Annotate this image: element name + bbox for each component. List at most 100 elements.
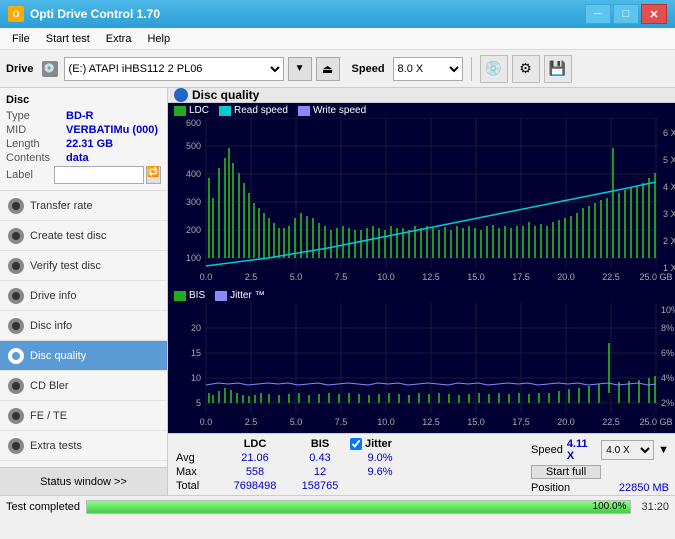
legend-read-speed: Read speed [219, 105, 288, 116]
stats-max-ldc: 558 [220, 466, 290, 478]
nav-icon-extra-tests [8, 438, 24, 454]
svg-text:200: 200 [186, 225, 201, 235]
stats-header-bis: BIS [290, 438, 350, 450]
drive-select[interactable]: (E:) ATAPI iHBS112 2 PL06 [64, 57, 284, 81]
menu-extra[interactable]: Extra [98, 31, 140, 47]
svg-text:17.5: 17.5 [512, 272, 530, 282]
title-bar: O Opti Drive Control 1.70 ─ □ ✕ [0, 0, 675, 28]
maximize-button[interactable]: □ [613, 4, 639, 24]
position-row: Position 22850 MB [531, 482, 669, 494]
disc-mid-row: MID VERBATIMu (000) [6, 124, 161, 136]
sidebar: Disc Type BD-R MID VERBATIMu (000) Lengt… [0, 88, 168, 495]
svg-text:5: 5 [196, 398, 201, 408]
chart-title: Disc quality [192, 88, 259, 102]
stats-max-jitter: 9.6% [350, 466, 410, 478]
svg-text:12.5: 12.5 [422, 272, 440, 282]
speed-select-right[interactable]: 4.0 X [601, 440, 654, 460]
nav-icon-create-test-disc [8, 228, 24, 244]
nav-list: Transfer rate Create test disc Verify te… [0, 191, 167, 461]
nav-item-drive-info[interactable]: Drive info [0, 281, 167, 311]
svg-text:15.0: 15.0 [467, 272, 485, 282]
top-chart-svg: 100 200 300 400 500 600 1 X 2 X 3 X 4 X … [168, 118, 675, 288]
stats-total-label: Total [176, 480, 220, 492]
nav-item-disc-quality[interactable]: Disc quality [0, 341, 167, 371]
stats-avg-jitter: 9.0% [350, 452, 410, 464]
chart-header-icon [174, 88, 188, 102]
start-full-button[interactable]: Start full [531, 465, 601, 479]
legend-bis-label: BIS [189, 290, 205, 301]
svg-text:0.0: 0.0 [200, 272, 213, 282]
stats-total-bis: 158765 [290, 480, 350, 492]
eject-button[interactable]: ⏏ [316, 57, 340, 81]
window-controls: ─ □ ✕ [585, 4, 667, 24]
legend-jitter-mark: ™ [255, 290, 265, 301]
svg-text:12.5: 12.5 [422, 417, 440, 427]
disc-mid-key: MID [6, 124, 66, 136]
stats-header-empty [176, 438, 220, 450]
stats-total-ldc: 7698498 [220, 480, 290, 492]
legend-write-speed-label: Write speed [313, 105, 366, 116]
chart-header: Disc quality [168, 88, 675, 103]
svg-text:2.5: 2.5 [245, 417, 258, 427]
drive-arrow-button[interactable]: ▼ [288, 57, 312, 81]
svg-text:2%: 2% [661, 398, 674, 408]
nav-icon-verify-test-disc [8, 258, 24, 274]
svg-text:3 X: 3 X [663, 209, 675, 219]
nav-icon-cd-bler [8, 378, 24, 394]
status-bar: Test completed 100.0% 31:20 [0, 495, 675, 517]
stats-header-jitter-cell: Jitter [350, 438, 392, 450]
bottom-chart-svg: 5 10 15 20 2% 4% 6% 8% 10% [168, 303, 675, 433]
menu-start-test[interactable]: Start test [38, 31, 98, 47]
nav-item-cd-bler[interactable]: CD Bler [0, 371, 167, 401]
legend-read-speed-label: Read speed [234, 105, 288, 116]
status-window-button[interactable]: Status window >> [0, 467, 167, 495]
nav-label-cd-bler: CD Bler [30, 380, 69, 392]
disc-label-input[interactable] [54, 166, 144, 184]
svg-text:2.5: 2.5 [245, 272, 258, 282]
nav-item-fe-te[interactable]: FE / TE [0, 401, 167, 431]
svg-text:25.0 GB: 25.0 GB [639, 272, 672, 282]
nav-item-transfer-rate[interactable]: Transfer rate [0, 191, 167, 221]
nav-icon-disc-quality [8, 348, 24, 364]
nav-icon-drive-info [8, 288, 24, 304]
svg-text:4 X: 4 X [663, 182, 675, 192]
bottom-chart: 5 10 15 20 2% 4% 6% 8% 10% [168, 303, 675, 433]
nav-item-verify-test-disc[interactable]: Verify test disc [0, 251, 167, 281]
nav-item-extra-tests[interactable]: Extra tests [0, 431, 167, 461]
stats-header-ldc: LDC [220, 438, 290, 450]
bottom-legend: BIS Jitter ™ [168, 288, 675, 303]
save-icon-button[interactable]: 💾 [544, 55, 572, 83]
nav-label-disc-quality: Disc quality [30, 350, 86, 362]
svg-text:400: 400 [186, 169, 201, 179]
legend-ldc-color [174, 106, 186, 116]
settings-icon-button[interactable]: ⚙ [512, 55, 540, 83]
stats-header-jitter: Jitter [365, 438, 392, 450]
menu-help[interactable]: Help [139, 31, 178, 47]
menu-file[interactable]: File [4, 31, 38, 47]
svg-text:2 X: 2 X [663, 236, 675, 246]
nav-item-create-test-disc[interactable]: Create test disc [0, 221, 167, 251]
nav-label-transfer-rate: Transfer rate [30, 200, 93, 212]
close-button[interactable]: ✕ [641, 4, 667, 24]
disc-contents-row: Contents data [6, 152, 161, 164]
stats-right: Speed 4.11 X 4.0 X ▼ Start full Position… [525, 434, 675, 495]
disc-label-icon-button[interactable]: 🔁 [146, 166, 161, 184]
disc-icon-button[interactable]: 💿 [480, 55, 508, 83]
svg-text:7.5: 7.5 [335, 272, 348, 282]
minimize-button[interactable]: ─ [585, 4, 611, 24]
disc-type-row: Type BD-R [6, 110, 161, 122]
drive-label: Drive [6, 63, 34, 75]
svg-text:500: 500 [186, 141, 201, 151]
stats-avg-label: Avg [176, 452, 220, 464]
svg-text:17.5: 17.5 [512, 417, 530, 427]
disc-section-title: Disc [6, 94, 161, 106]
speed-select[interactable]: 8.0 X [393, 57, 463, 81]
svg-text:6 X: 6 X [663, 128, 675, 138]
stats-header-row: LDC BIS Jitter [176, 438, 517, 450]
app-title: Opti Drive Control 1.70 [30, 7, 585, 21]
disc-label-key: Label [6, 169, 54, 181]
jitter-checkbox[interactable] [350, 438, 362, 450]
progress-fill [87, 501, 630, 513]
nav-item-disc-info[interactable]: Disc info [0, 311, 167, 341]
svg-text:10.0: 10.0 [377, 417, 395, 427]
